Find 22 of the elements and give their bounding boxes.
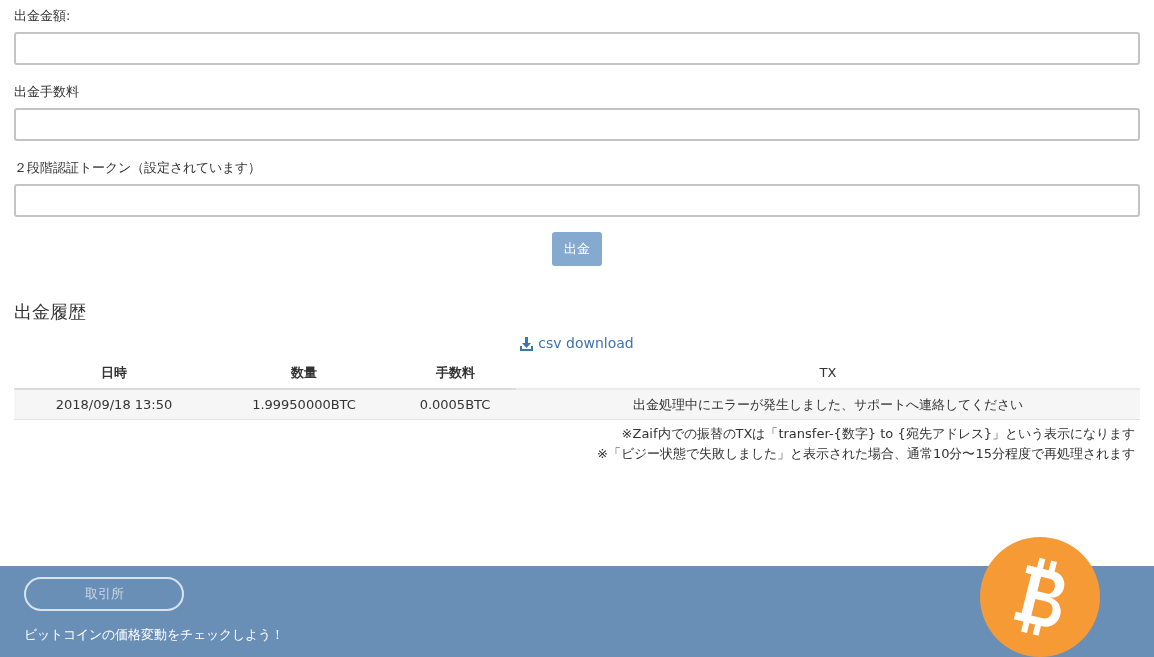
note-text: ※Zaif内での振替のTXは「transfer-{数字} to {宛先アドレス}」という表示になります	[621, 425, 1135, 443]
table-cell-text: 出金処理中にエラーが発生しました、サポートへ連絡してください	[632, 395, 1024, 414]
column-header: 日時	[100, 364, 128, 383]
bitcoin-logo-icon	[980, 537, 1100, 657]
input-field[interactable]	[14, 32, 1140, 65]
table-cell-text: 0.0005BTC	[418, 395, 492, 414]
field-label: ２段階認証トークン（設定されています）	[14, 159, 262, 177]
field-label: 出金手数料	[14, 83, 80, 101]
download-icon	[520, 336, 534, 351]
table-cell-text: 2018/09/18 13:50	[54, 395, 174, 414]
section-title: 出金履歴	[14, 300, 87, 324]
input-field[interactable]	[14, 108, 1140, 141]
csv-download-link[interactable]: csv download	[520, 333, 634, 354]
input-field[interactable]	[14, 184, 1140, 217]
table-cell-text: 1.99950000BTC	[251, 395, 357, 414]
field-label: 出金金額:	[14, 7, 72, 25]
column-header: 数量	[290, 364, 318, 383]
link-text[interactable]: csv download	[538, 333, 634, 354]
column-header: 手数料	[434, 364, 476, 383]
note-text: ※「ビジー状態で失敗しました」と表示された場合、通常10分〜15分程度で再処理されます	[597, 445, 1135, 463]
column-header: TX	[818, 364, 838, 383]
footer-text: ビットコインの価格変動をチェックしよう！	[24, 626, 285, 644]
